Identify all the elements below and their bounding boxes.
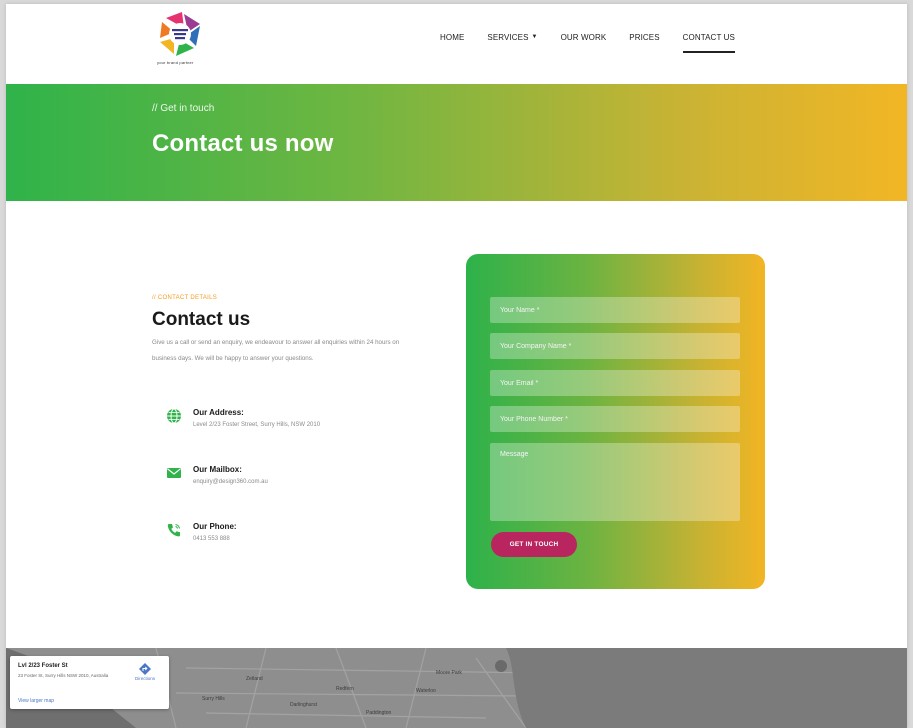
nav-item-prices[interactable]: PRICES [629,30,659,44]
mail-icon [167,468,181,478]
phone-title: Our Phone: [193,522,237,531]
chevron-down-icon: ▼ [531,34,538,40]
phone-icon [167,524,180,537]
phone-block: Our Phone: 0413 553 888 [166,522,426,562]
contact-form: GET IN TOUCH [466,254,765,589]
nav-item-label: HOME [440,32,465,42]
directions-icon [139,663,151,675]
map-label: Darlinghurst [290,702,317,708]
nav-item-label: PRICES [629,32,660,42]
email-field[interactable] [490,370,740,396]
map-embed[interactable]: Surry Hills Darlinghurst Redfern Padding… [6,648,907,728]
page-title: Contact us now [152,130,334,157]
logo-mark-icon [160,12,200,56]
mailbox-text[interactable]: enquiry@design360.com.au [193,479,268,485]
hero-eyebrow: // Get in touch [152,103,215,114]
company-field[interactable] [490,333,740,359]
map-label: Waterloo [416,688,436,694]
address-title: Our Address: [193,408,244,417]
nav-item-our-work[interactable]: OUR WORK [561,30,607,44]
message-field[interactable] [490,443,740,521]
contact-heading: Contact us [152,309,251,330]
contact-eyebrow: // CONTACT DETAILS [152,295,218,301]
mailbox-title: Our Mailbox: [193,465,242,474]
phone-field[interactable] [490,406,740,432]
map-card-title: Lvl 2/23 Foster St [18,663,68,669]
map-label: Moore Park [436,670,462,676]
directions-button[interactable]: Directions [127,662,163,684]
main-nav: HOME SERVICES ▼ OUR WORK PRICES CONTACT U… [440,30,758,53]
name-field[interactable] [490,297,740,323]
mailbox-block: Our Mailbox: enquiry@design360.com.au [166,465,426,505]
get-in-touch-button[interactable]: GET IN TOUCH [491,532,577,557]
logo-tagline: your brand partner [157,60,194,65]
address-block: Our Address: Level 2/23 Foster Street, S… [166,408,426,448]
phone-text[interactable]: 0413 553 888 [193,536,230,542]
map-label: Redfern [336,686,354,692]
site-header: your brand partner HOME SERVICES ▼ OUR WO… [6,4,907,84]
nav-item-label: CONTACT US [682,32,735,42]
map-label: Surry Hills [202,696,225,702]
view-larger-map-link[interactable]: View larger map [18,698,54,704]
directions-label: Directions [134,676,155,681]
map-label: Zetland [246,676,263,682]
map-label: Paddington [366,710,392,716]
nav-item-home[interactable]: HOME [440,30,464,44]
page: your brand partner HOME SERVICES ▼ OUR WO… [6,4,907,728]
hero-banner: // Get in touch Contact us now [6,84,907,201]
nav-item-contact-us[interactable]: CONTACT US [682,30,736,53]
nav-item-services[interactable]: SERVICES ▼ [487,30,537,44]
map-card-address: 23 Foster St, Surry Hills NSW 2010, Aust… [18,673,109,678]
nav-item-label: SERVICES [487,32,529,42]
contact-intro: Give us a call or send an enquiry, we en… [152,339,400,362]
globe-icon [167,408,181,424]
address-text: Level 2/23 Foster Street, Surry Hills, N… [193,422,321,428]
nav-item-label: OUR WORK [560,32,607,42]
map-info-card: Lvl 2/23 Foster St 23 Foster St, Surry H… [10,656,169,709]
